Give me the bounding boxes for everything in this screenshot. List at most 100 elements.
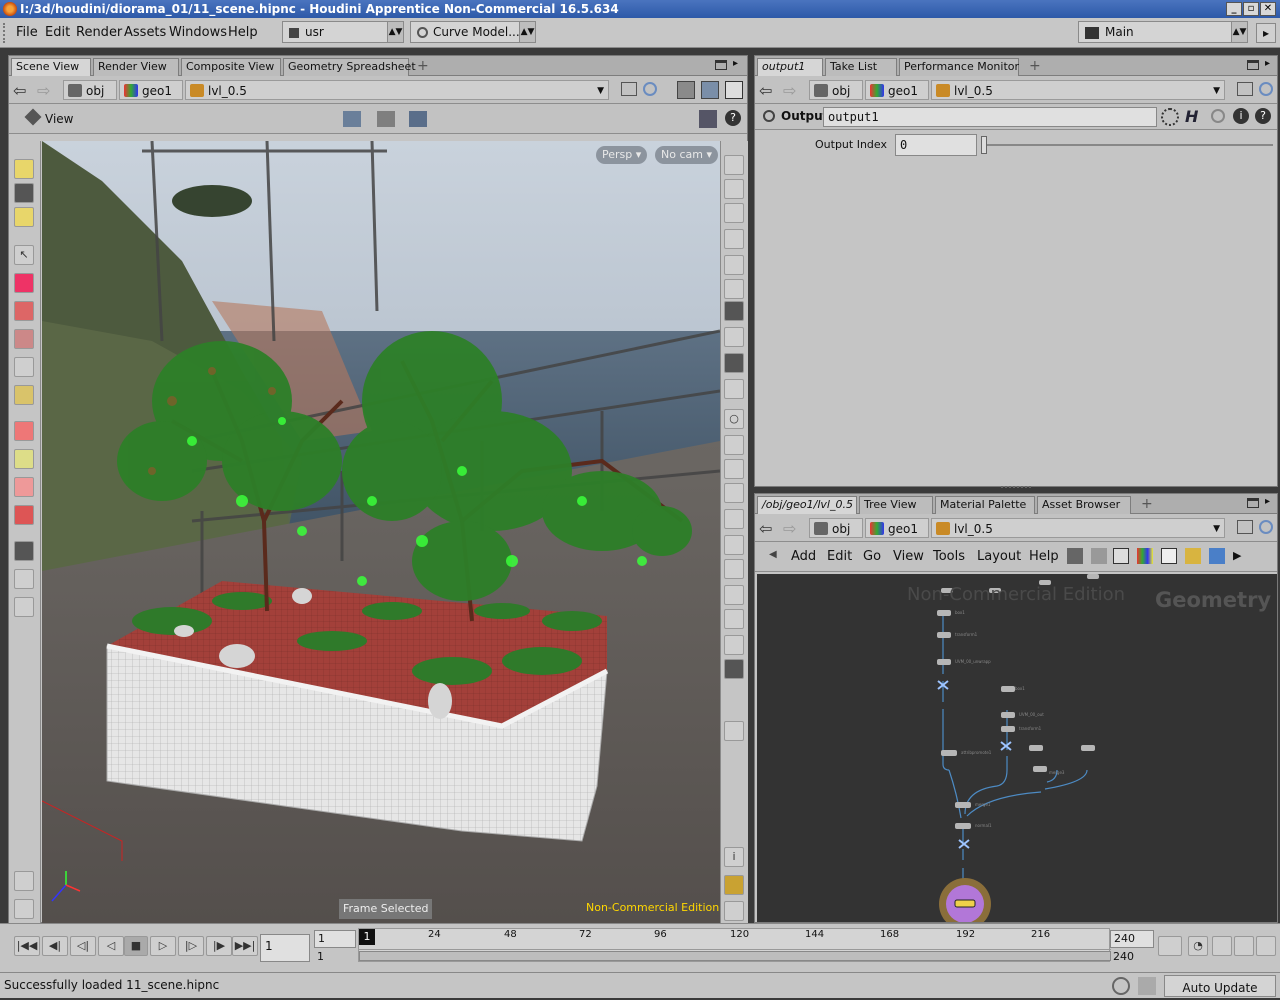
frame-marker[interactable]: 1 bbox=[359, 929, 375, 945]
pin-icon[interactable] bbox=[621, 82, 637, 96]
uv-icon[interactable] bbox=[724, 509, 744, 529]
network-node[interactable] bbox=[937, 632, 951, 638]
network-menu-go[interactable]: Go bbox=[863, 549, 881, 564]
add-tab-icon[interactable]: + bbox=[417, 58, 429, 74]
network-node[interactable] bbox=[955, 823, 971, 829]
next-key-icon[interactable]: |▷ bbox=[178, 936, 204, 956]
numbers-icon[interactable] bbox=[724, 483, 744, 503]
search-icon[interactable] bbox=[1112, 977, 1130, 995]
tab-scene-view[interactable]: Scene View bbox=[11, 58, 91, 77]
range-start-field[interactable]: 1 bbox=[314, 949, 356, 967]
network-node[interactable] bbox=[1001, 712, 1015, 718]
network-node[interactable] bbox=[941, 750, 957, 756]
stop-icon[interactable]: ■ bbox=[124, 936, 148, 956]
vector-icon[interactable] bbox=[724, 459, 744, 479]
start-frame-field[interactable]: 1 bbox=[314, 930, 356, 948]
audio-icon[interactable] bbox=[1234, 936, 1254, 956]
rotate-icon[interactable] bbox=[14, 301, 34, 321]
help-icon[interactable]: ? bbox=[725, 110, 741, 126]
template-icon[interactable] bbox=[724, 301, 744, 321]
network-menu-add[interactable]: Add bbox=[791, 549, 816, 564]
back-arrow-icon[interactable]: ⇦ bbox=[13, 81, 26, 100]
menu-windows[interactable]: Windows bbox=[169, 25, 227, 40]
panel-menu-icon[interactable]: ▸ bbox=[1256, 23, 1276, 43]
speed-icon[interactable] bbox=[1212, 936, 1232, 956]
breadcrumb-geo1[interactable]: geo1 bbox=[865, 518, 929, 538]
location-icon[interactable] bbox=[724, 721, 744, 741]
first-frame-icon[interactable]: ◀| bbox=[42, 936, 68, 956]
end-frame-field[interactable]: 240 bbox=[1110, 930, 1154, 948]
network-node[interactable] bbox=[937, 659, 951, 665]
output-index-slider[interactable] bbox=[983, 144, 1273, 146]
play-reverse-icon[interactable]: ◁ bbox=[98, 936, 124, 956]
link-icon[interactable] bbox=[643, 82, 657, 96]
network-node[interactable] bbox=[1001, 726, 1015, 732]
back-arrow-icon[interactable]: ⇦ bbox=[759, 81, 772, 100]
link-icon[interactable] bbox=[1259, 82, 1273, 96]
minimize-icon[interactable]: _ bbox=[1226, 2, 1242, 16]
tab-performance-monitor[interactable]: Performance Monitor bbox=[899, 58, 1019, 76]
handle-tool-icon[interactable] bbox=[14, 421, 34, 441]
key-icon[interactable] bbox=[1158, 936, 1182, 956]
network-node[interactable] bbox=[1081, 745, 1095, 751]
pose-icon[interactable] bbox=[14, 385, 34, 405]
network-menu-edit[interactable]: Edit bbox=[827, 549, 852, 564]
backface-icon[interactable] bbox=[724, 609, 744, 629]
collapse-icon[interactable]: ◀ bbox=[769, 549, 777, 560]
select-arrow-icon[interactable]: ↖ bbox=[14, 245, 34, 265]
menu-file[interactable]: File bbox=[16, 25, 38, 40]
network-node[interactable] bbox=[955, 802, 971, 808]
update-mode-select[interactable]: Auto Update bbox=[1164, 975, 1276, 997]
add-tab-icon[interactable]: + bbox=[1029, 58, 1041, 74]
output-index-field[interactable]: 0 bbox=[895, 134, 977, 156]
chevron-down-icon[interactable]: ▼ bbox=[597, 81, 604, 101]
magnet-icon[interactable] bbox=[14, 505, 34, 525]
grid-points-icon[interactable] bbox=[724, 559, 744, 579]
pane-menu-icon[interactable]: ▸ bbox=[1265, 58, 1270, 69]
view-options-icon[interactable] bbox=[699, 110, 717, 128]
table-icon[interactable] bbox=[1113, 548, 1129, 564]
network-menu-help[interactable]: Help bbox=[1029, 549, 1059, 564]
timeline-ruler[interactable]: 1 24 48 72 96 120 144 168 192 216 bbox=[358, 928, 1111, 962]
label-icon[interactable] bbox=[724, 635, 744, 655]
snap-geo-icon[interactable] bbox=[724, 327, 744, 347]
breadcrumb-obj[interactable]: obj bbox=[809, 80, 863, 100]
breadcrumb-obj[interactable]: obj bbox=[63, 80, 117, 100]
breadcrumb-obj[interactable]: obj bbox=[809, 518, 863, 538]
pin-icon[interactable] bbox=[1237, 82, 1253, 96]
wrench-icon[interactable] bbox=[1067, 548, 1083, 564]
shading-icon[interactable] bbox=[724, 255, 744, 275]
info-icon[interactable]: i bbox=[1233, 108, 1249, 124]
options-icon[interactable] bbox=[1256, 936, 1276, 956]
h-help-icon[interactable]: H bbox=[1185, 107, 1198, 126]
view-tool-icon[interactable] bbox=[14, 541, 34, 561]
snap-icon[interactable] bbox=[377, 111, 395, 127]
tab-render-view[interactable]: Render View bbox=[93, 58, 179, 76]
play-icon[interactable]: ▷ bbox=[150, 936, 176, 956]
lighting-icon[interactable] bbox=[724, 155, 744, 175]
context-select[interactable]: Main ▲▼ bbox=[1078, 21, 1248, 43]
sketch-icon[interactable] bbox=[14, 449, 34, 469]
shelf-set-select[interactable]: Curve Model... ▲▼ bbox=[410, 21, 536, 43]
output-node[interactable] bbox=[954, 899, 976, 908]
info-icon[interactable]: i bbox=[724, 847, 744, 867]
eye-icon[interactable] bbox=[724, 901, 744, 921]
network-menu-tools[interactable]: Tools bbox=[933, 549, 965, 564]
normals-icon[interactable] bbox=[724, 435, 744, 455]
maximize-pane-icon[interactable] bbox=[1247, 60, 1259, 70]
scale-icon[interactable] bbox=[14, 329, 34, 349]
network-node[interactable] bbox=[937, 610, 951, 616]
menu-render[interactable]: Render bbox=[76, 25, 122, 40]
image-icon[interactable] bbox=[1209, 548, 1225, 564]
network-node[interactable] bbox=[1087, 574, 1099, 579]
brush-icon[interactable] bbox=[14, 357, 34, 377]
point-icon[interactable]: ○ bbox=[724, 409, 744, 429]
tab-network-path[interactable]: /obj/geo1/lvl_0.5 bbox=[757, 496, 857, 515]
prev-key-icon[interactable]: ◁| bbox=[70, 936, 96, 956]
point-normals-icon[interactable] bbox=[724, 379, 744, 399]
network-menu-layout[interactable]: Layout bbox=[977, 549, 1021, 564]
menu-help[interactable]: Help bbox=[228, 25, 258, 40]
link-icon[interactable] bbox=[1259, 520, 1273, 534]
grid-icon[interactable] bbox=[14, 899, 34, 919]
tab-material-palette[interactable]: Material Palette bbox=[935, 496, 1035, 514]
